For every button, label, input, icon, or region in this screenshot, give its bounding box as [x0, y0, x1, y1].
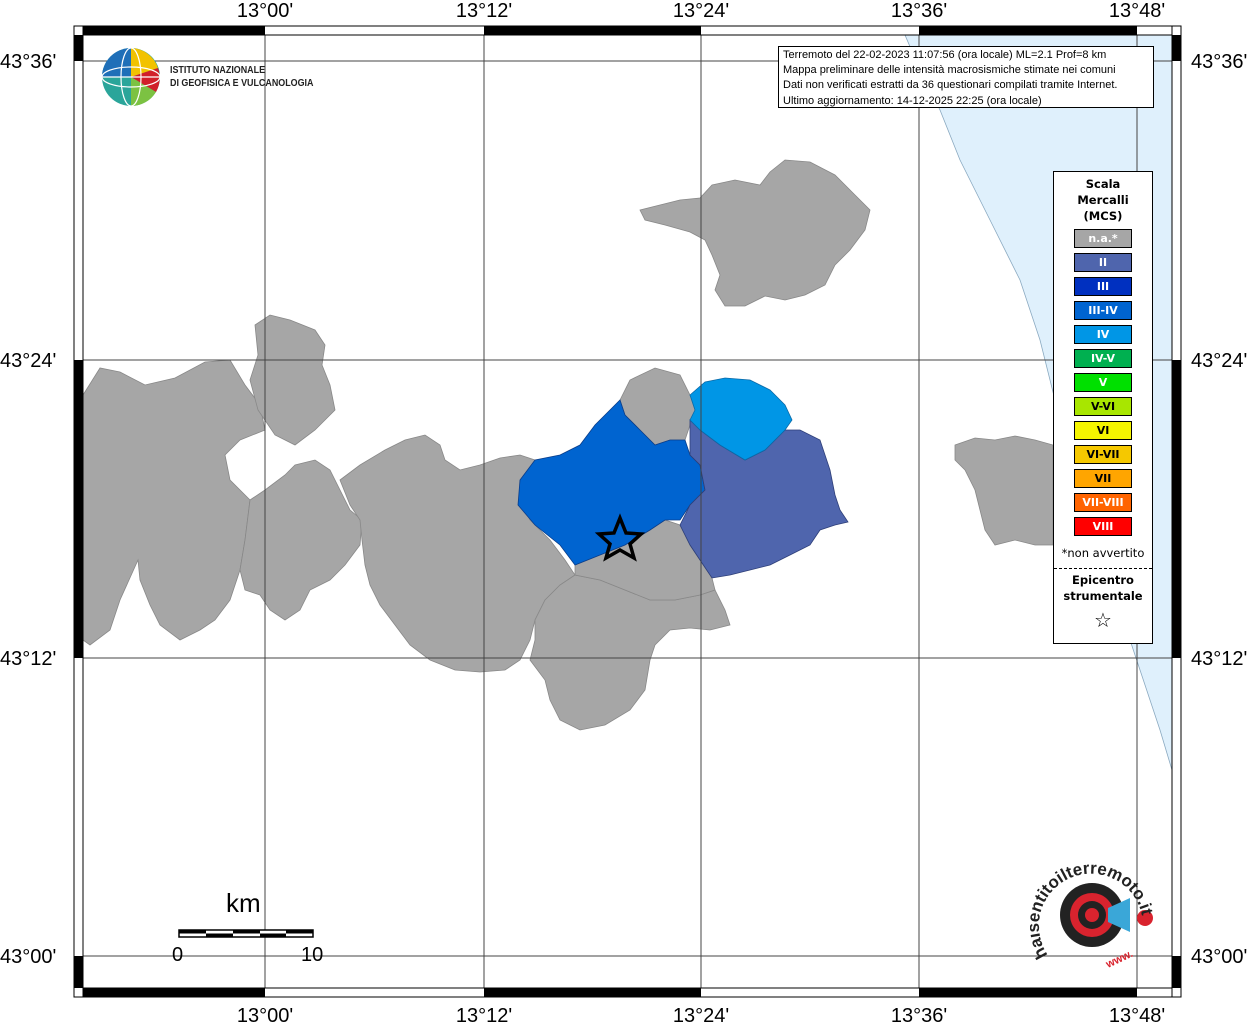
legend-title-1: Scala [1085, 177, 1121, 191]
info-line2: Mappa preliminare delle intensità macros… [783, 64, 1116, 77]
scale-unit: km [226, 888, 261, 918]
legend-item: VII-VIII [1074, 493, 1132, 512]
legend-epicenter-label: Epicentro strumentale [1054, 572, 1152, 604]
ingv-line2: DI GEOFISICA E VULCANOLOGIA [170, 77, 314, 89]
scale-tick-10: 10 [301, 944, 324, 966]
legend-item: VI [1074, 421, 1132, 440]
left-tick-1: 43°24' [0, 350, 56, 372]
bottom-coordinates: 13°00' 13°12' 13°24' 13°36' 13°48' [237, 1005, 1165, 1024]
legend-item: III [1074, 277, 1132, 296]
right-tick-3: 43°00' [1191, 946, 1247, 968]
hai-logo-prefix: www. [1103, 948, 1135, 971]
mcs-legend: Scala Mercalli (MCS) n.a.* II III III-IV IV I… [1053, 171, 1153, 644]
right-tick-0: 43°36' [1191, 51, 1247, 73]
left-tick-2: 43°12' [0, 648, 56, 670]
top-tick-0: 13°00' [237, 0, 293, 22]
legend-separator [1054, 568, 1152, 569]
top-tick-1: 13°12' [456, 0, 512, 22]
legend-epicenter-1: Epicentro [1072, 573, 1134, 587]
right-coordinates: 43°36' 43°24' 43°12' 43°00' [1191, 51, 1247, 968]
bottom-tick-1: 13°12' [456, 1005, 512, 1024]
legend-item: III-IV [1074, 301, 1132, 320]
top-tick-4: 13°48' [1109, 0, 1165, 22]
scale-bar [178, 929, 314, 938]
top-tick-3: 13°36' [891, 0, 947, 22]
legend-epicenter-2: strumentale [1063, 589, 1143, 603]
legend-item: V-VI [1074, 397, 1132, 416]
ingv-logo-text: ISTITUTO NAZIONALE DI GEOFISICA E VULCAN… [170, 64, 313, 90]
right-tick-1: 43°24' [1191, 350, 1247, 372]
legend-item: VII [1074, 469, 1132, 488]
megaphone-icon: haisentitoilterremoto.it www. [1024, 859, 1157, 972]
info-line4: Ultimo aggiornamento: 14-12-2025 22:25 (… [783, 94, 1042, 107]
legend-star-icon: ☆ [1094, 608, 1112, 632]
ingv-line1: ISTITUTO NAZIONALE [170, 64, 266, 76]
scale-tick-0: 0 [172, 944, 184, 966]
legend-item: IV-V [1074, 349, 1132, 368]
info-line1: Terremoto del 22-02-2023 11:07:56 (ora l… [783, 49, 1107, 61]
bottom-tick-3: 13°36' [891, 1005, 947, 1024]
legend-note: *non avvertito [1061, 546, 1145, 560]
ingv-globe-icon [101, 47, 161, 107]
bottom-tick-4: 13°48' [1109, 1005, 1165, 1024]
bottom-tick-0: 13°00' [237, 1005, 293, 1024]
legend-title-3: (MCS) [1083, 209, 1123, 223]
left-tick-0: 43°36' [0, 51, 56, 73]
legend-title: Scala Mercalli (MCS) [1054, 176, 1152, 224]
legend-title-2: Mercalli [1077, 193, 1129, 207]
legend-item: IV [1074, 325, 1132, 344]
legend-item: VIII [1074, 517, 1132, 536]
info-box: Terremoto del 22-02-2023 11:07:56 (ora l… [778, 46, 1154, 108]
right-tick-2: 43°12' [1191, 648, 1247, 670]
legend-item: II [1074, 253, 1132, 272]
legend-item: VI-VII [1074, 445, 1132, 464]
bottom-tick-2: 13°24' [673, 1005, 729, 1024]
legend-item: n.a.* [1074, 229, 1132, 248]
info-line3: Dati non verificati estratti da 36 quest… [783, 79, 1118, 92]
top-coordinates: 13°00' 13°12' 13°24' 13°36' 13°48' [237, 0, 1165, 22]
legend-item: V [1074, 373, 1132, 392]
top-tick-2: 13°24' [673, 0, 729, 22]
left-tick-3: 43°00' [0, 946, 56, 968]
hai-sentito-logo[interactable]: haisentitoilterremoto.it www. [1024, 859, 1160, 980]
left-coordinates: 43°36' 43°24' 43°12' 43°00' [0, 51, 56, 968]
